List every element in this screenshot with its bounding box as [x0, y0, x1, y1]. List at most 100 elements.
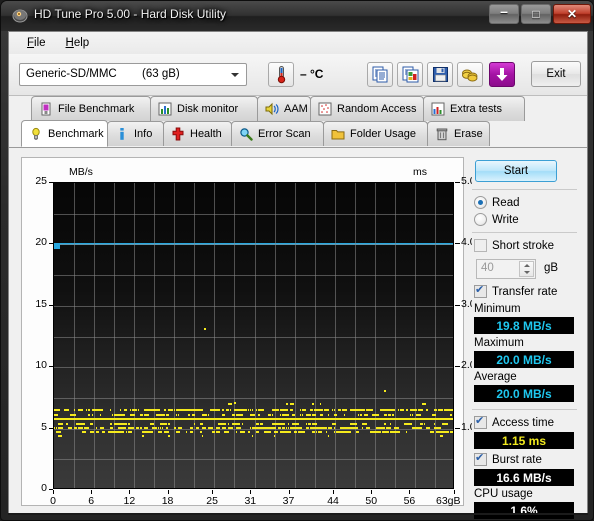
access-time-sample — [168, 434, 170, 437]
access-time-sample — [244, 409, 245, 412]
menu-file[interactable]: File — [17, 35, 56, 51]
radio-write[interactable]: Write — [474, 213, 519, 226]
maximize-button[interactable]: □ — [521, 4, 551, 24]
burst-rate-checkbox-icon[interactable] — [474, 451, 487, 466]
access-time-sample — [80, 409, 83, 412]
access-time-sample — [374, 414, 379, 417]
copy-text-button[interactable] — [367, 62, 393, 87]
start-button[interactable]: Start — [475, 160, 557, 182]
stepper-down-icon[interactable] — [520, 269, 533, 276]
access-time-sample — [194, 422, 195, 425]
access-time-checkbox-icon[interactable] — [474, 414, 487, 429]
access-time-sample — [292, 414, 295, 417]
checkbox-transfer-rate[interactable]: Transfer rate — [474, 283, 557, 298]
access-time-sample — [178, 414, 179, 417]
access-time-sample — [250, 426, 251, 429]
gridline-vertical — [114, 183, 115, 488]
access-time-sample — [158, 426, 159, 429]
radio-read[interactable]: Read — [474, 196, 520, 209]
checkbox-burst-rate[interactable]: Burst rate — [474, 451, 542, 466]
access-time-sample — [274, 430, 278, 433]
access-time-sample — [304, 430, 305, 433]
checkbox-short-stroke[interactable]: Short stroke — [474, 239, 554, 252]
access-time-sample — [248, 430, 250, 433]
access-time-sample — [92, 414, 93, 417]
tab-random-access[interactable]: Random Access — [310, 96, 424, 121]
tab-error-scan[interactable]: Error Scan — [231, 121, 324, 146]
tab-health[interactable]: Health — [163, 121, 232, 146]
transfer-rate-checkbox-icon[interactable] — [474, 283, 487, 298]
checkbox-access-time[interactable]: Access time — [474, 414, 554, 429]
access-time-sample — [450, 418, 453, 421]
access-time-sample — [88, 426, 89, 429]
access-time-sample — [140, 414, 143, 417]
donate-button[interactable] — [457, 62, 483, 87]
chevron-down-icon[interactable] — [225, 66, 244, 83]
access-time-sample — [220, 418, 221, 421]
access-time-sample — [58, 409, 60, 412]
status-bar — [8, 513, 588, 515]
menu-help[interactable]: Help — [56, 35, 100, 51]
short-stroke-value-field[interactable]: 40 — [476, 259, 536, 279]
short-stroke-checkbox-icon[interactable] — [474, 239, 487, 252]
short-stroke-label: Short stroke — [492, 239, 554, 252]
tab-extra-tests[interactable]: Extra tests — [423, 96, 525, 121]
access-time-sample — [276, 418, 277, 421]
coins-icon — [462, 69, 478, 82]
maximum-value-box: 20.0 MB/s — [474, 351, 574, 368]
burst-rate-value: 16.6 MB/s — [496, 470, 552, 485]
radio-read-icon[interactable] — [474, 196, 487, 209]
access-time-sample — [176, 430, 180, 433]
access-time-sample — [358, 414, 359, 417]
access-time-sample — [162, 426, 163, 429]
tab-file-benchmark[interactable]: File Benchmark — [31, 96, 151, 121]
minimum-value-box: 19.8 MB/s — [474, 317, 574, 334]
access-time-sample — [62, 426, 63, 429]
access-time-sample — [364, 409, 365, 412]
tab-aam[interactable]: AAM — [257, 96, 311, 121]
access-time-sample — [232, 426, 233, 429]
access-time-sample — [124, 409, 127, 412]
short-stroke-stepper[interactable] — [519, 261, 534, 277]
y-axis-right-tick-mark — [455, 304, 460, 306]
download-arrow-icon — [496, 68, 508, 81]
tab-info[interactable]: Info — [107, 121, 164, 146]
tab-disk-monitor[interactable]: Disk monitor — [150, 96, 258, 121]
access-time-sample — [288, 422, 289, 425]
access-time-sample — [306, 418, 308, 421]
info-icon — [115, 127, 129, 141]
close-button[interactable]: ✕ — [553, 4, 591, 24]
access-time-sample — [414, 418, 415, 421]
access-time-sample — [192, 414, 195, 417]
tab-erase[interactable]: Erase — [427, 121, 490, 146]
access-time-sample — [314, 414, 316, 417]
thermometer-icon[interactable] — [268, 62, 294, 87]
y-axis-left-tick: 10 — [35, 359, 47, 372]
access-time-sample — [304, 409, 306, 412]
save-button[interactable] — [427, 62, 453, 87]
access-time-sample — [300, 414, 301, 417]
file-benchmark-icon — [41, 102, 51, 116]
drive-select[interactable]: Generic-SD/MMC (63 gB) — [19, 63, 247, 86]
exit-button[interactable]: Exit — [531, 61, 581, 87]
access-time-sample — [410, 414, 411, 417]
access-time-sample — [236, 430, 237, 433]
access-time-sample — [328, 414, 329, 417]
access-time-sample — [156, 426, 157, 429]
tab-benchmark[interactable]: Benchmark — [21, 120, 108, 147]
download-button[interactable] — [489, 62, 515, 87]
access-time-sample — [130, 409, 131, 412]
access-time-sample — [278, 409, 279, 412]
app-window: HD Tune Pro 5.00 - Hard Disk Utility – □… — [0, 0, 594, 521]
copy-image-button[interactable] — [397, 62, 423, 87]
minimize-button[interactable]: – — [489, 4, 519, 24]
access-time-sample — [376, 430, 381, 433]
access-time-sample — [136, 426, 139, 429]
minimum-label: Minimum — [474, 303, 521, 315]
access-time-sample — [188, 409, 189, 412]
stepper-up-icon[interactable] — [520, 262, 533, 269]
tab-folder-usage[interactable]: Folder Usage — [323, 121, 428, 146]
access-time-sample — [234, 418, 237, 421]
radio-write-icon[interactable] — [474, 213, 487, 226]
access-time-sample — [150, 422, 154, 425]
